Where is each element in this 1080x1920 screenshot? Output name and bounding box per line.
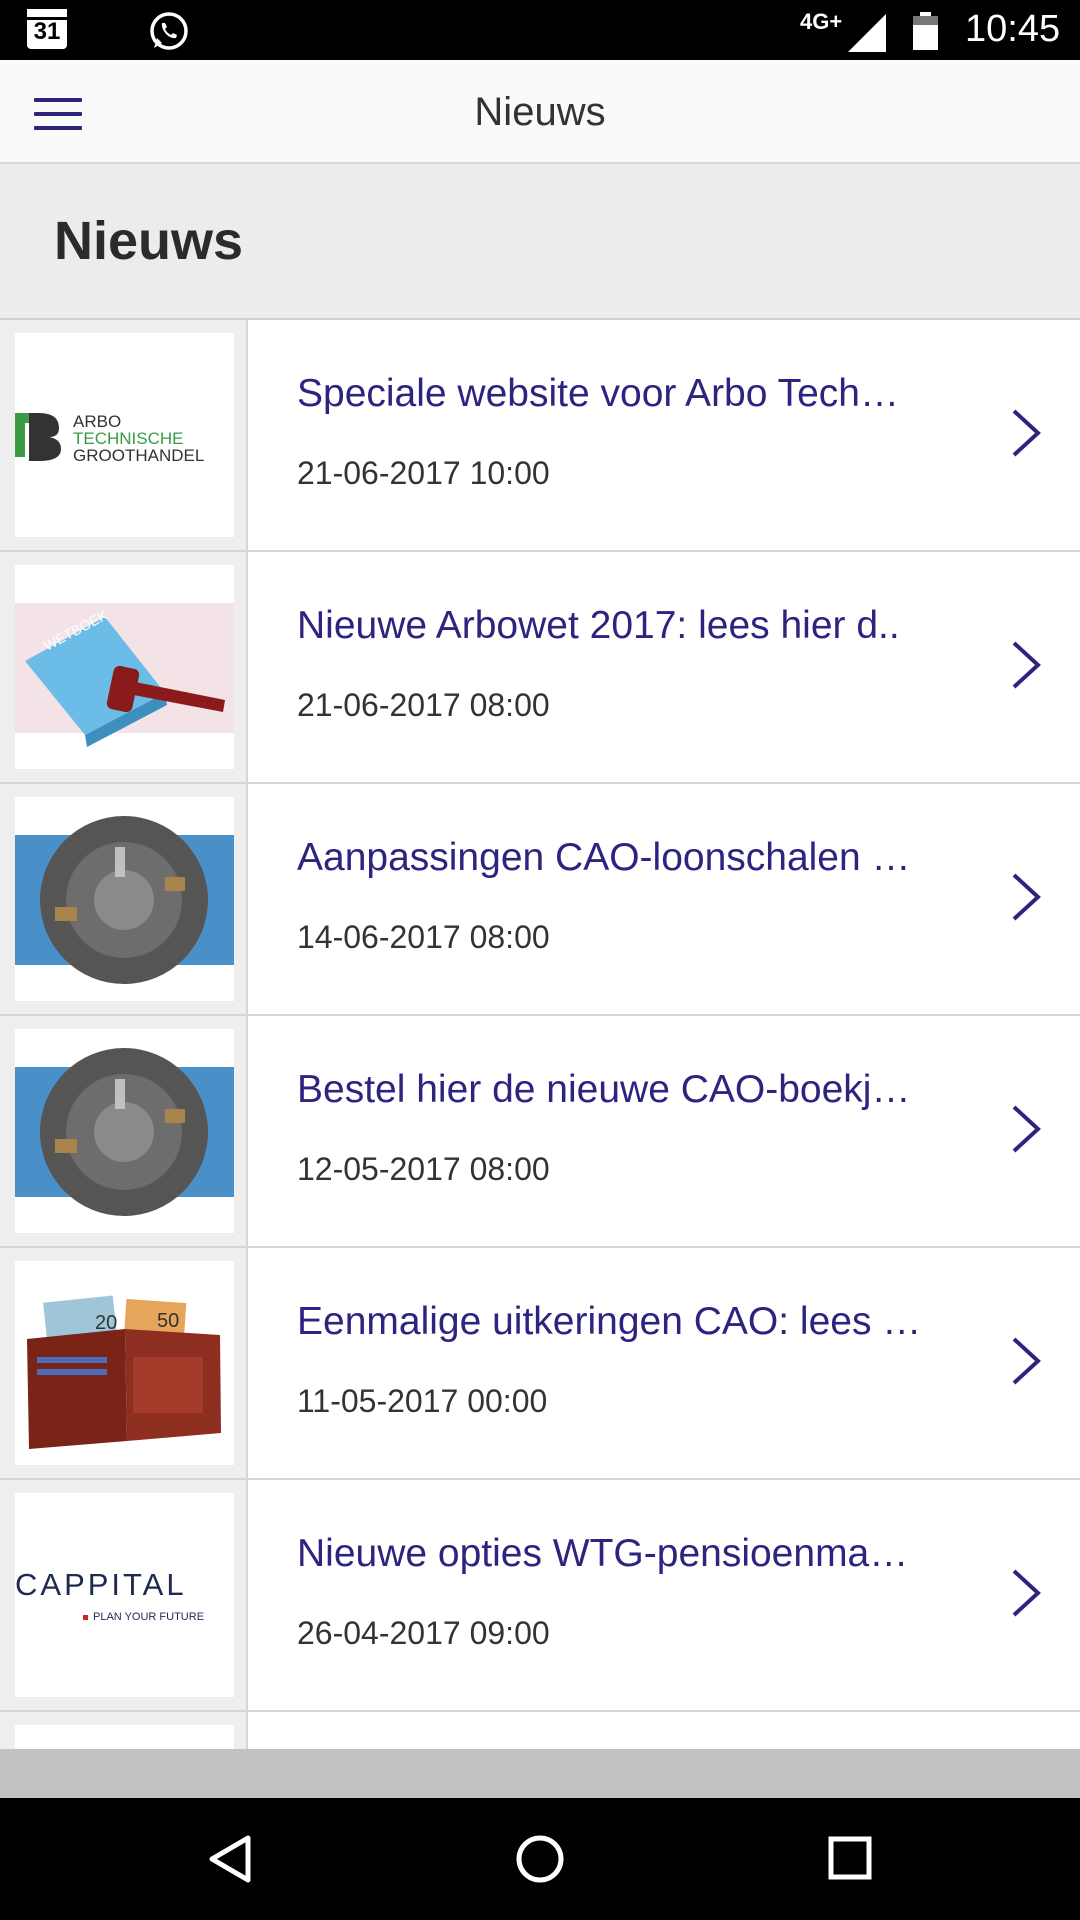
chevron-right-icon xyxy=(1012,1337,1041,1385)
thumbnail-cell: ARBO TECHNISCHE GROOTHANDEL xyxy=(0,320,248,550)
news-date: 14-06-2017 08:00 xyxy=(297,919,550,955)
thumbnail-cell xyxy=(0,1016,248,1246)
news-list: ARBO TECHNISCHE GROOTHANDEL Speciale web… xyxy=(0,320,1080,1749)
news-title: Speciale website voor Arbo Tech… xyxy=(297,372,899,415)
news-item[interactable]: Aanpassingen CAO-loonschalen … 14-06-201… xyxy=(0,784,1080,1016)
thumbnail-cell: 20 50 xyxy=(0,1248,248,1478)
chevron-right-icon xyxy=(1012,1569,1041,1617)
chevron-right-icon xyxy=(1012,409,1041,457)
warehouse-photo-thumbnail xyxy=(15,797,234,1001)
network-type: 4G+ xyxy=(800,9,843,34)
home-icon[interactable] xyxy=(515,1834,565,1884)
chevron-right-icon xyxy=(1012,641,1041,689)
battery-icon xyxy=(913,12,938,50)
clock: 10:45 xyxy=(965,8,1061,50)
news-item[interactable]: CAPPITAL PLAN YOUR FUTURE Nieuwe opties … xyxy=(0,1480,1080,1712)
wetboek-thumbnail: WETBOEK xyxy=(15,565,234,769)
thumbnail-cell xyxy=(0,1712,248,1749)
cappital-logo-thumbnail: CAPPITAL PLAN YOUR FUTURE xyxy=(15,1493,234,1697)
recents-icon[interactable] xyxy=(828,1836,872,1880)
news-item[interactable]: WETBOEK Nieuwe Arbowet 2017: lees hier d… xyxy=(0,552,1080,784)
back-icon[interactable] xyxy=(206,1834,254,1884)
cappital-tagline: PLAN YOUR FUTURE xyxy=(93,1611,204,1623)
cappital-logo-text: CAPPITAL xyxy=(15,1567,187,1602)
arbo-logo-line3: GROOTHANDEL xyxy=(73,446,204,465)
chevron-right-icon xyxy=(1012,873,1041,921)
list-bottom-edge xyxy=(0,1749,1080,1798)
news-item[interactable] xyxy=(0,1712,1080,1749)
news-title: Bestel hier de nieuwe CAO-boekj… xyxy=(297,1068,911,1111)
news-item[interactable]: ARBO TECHNISCHE GROOTHANDEL Speciale web… xyxy=(0,320,1080,552)
thumbnail xyxy=(15,1725,234,1749)
navigation-bar xyxy=(0,1798,1080,1920)
news-item[interactable]: 20 50 Eenmalige uitkeringen CAO: lees … … xyxy=(0,1248,1080,1480)
warehouse-photo-thumbnail xyxy=(15,1029,234,1233)
thumbnail-cell xyxy=(0,784,248,1014)
news-title: Eenmalige uitkeringen CAO: lees … xyxy=(297,1300,922,1343)
banknote-50: 50 xyxy=(157,1310,179,1332)
app-bar: Nieuws xyxy=(0,60,1080,164)
news-item[interactable]: Bestel hier de nieuwe CAO-boekj… 12-05-2… xyxy=(0,1016,1080,1248)
news-date: 21-06-2017 08:00 xyxy=(297,687,550,723)
whatsapp-icon xyxy=(150,12,188,50)
arbo-logo-thumbnail: ARBO TECHNISCHE GROOTHANDEL xyxy=(15,333,234,537)
calendar-icon: 31 xyxy=(27,9,67,49)
chevron-right-icon xyxy=(1012,1105,1041,1153)
page-title: Nieuws xyxy=(54,211,244,271)
page-header: Nieuws xyxy=(0,164,1080,320)
news-date: 11-05-2017 00:00 xyxy=(297,1383,548,1419)
thumbnail-cell: CAPPITAL PLAN YOUR FUTURE xyxy=(0,1480,248,1710)
news-title: Nieuwe opties WTG-pensioenma… xyxy=(297,1532,909,1575)
thumbnail-cell: WETBOEK xyxy=(0,552,248,782)
news-date: 21-06-2017 10:00 xyxy=(297,455,550,491)
signal-icon xyxy=(848,14,886,52)
news-date: 26-04-2017 09:00 xyxy=(297,1615,550,1651)
news-title: Nieuwe Arbowet 2017: lees hier d.. xyxy=(297,604,900,647)
wallet-photo-thumbnail: 20 50 xyxy=(15,1261,234,1465)
news-title: Aanpassingen CAO-loonschalen … xyxy=(297,836,911,879)
calendar-day: 31 xyxy=(33,18,61,45)
status-bar: 31 4G+ 10:45 xyxy=(0,0,1080,60)
app-title: Nieuws xyxy=(474,90,606,134)
news-date: 12-05-2017 08:00 xyxy=(297,1151,550,1187)
